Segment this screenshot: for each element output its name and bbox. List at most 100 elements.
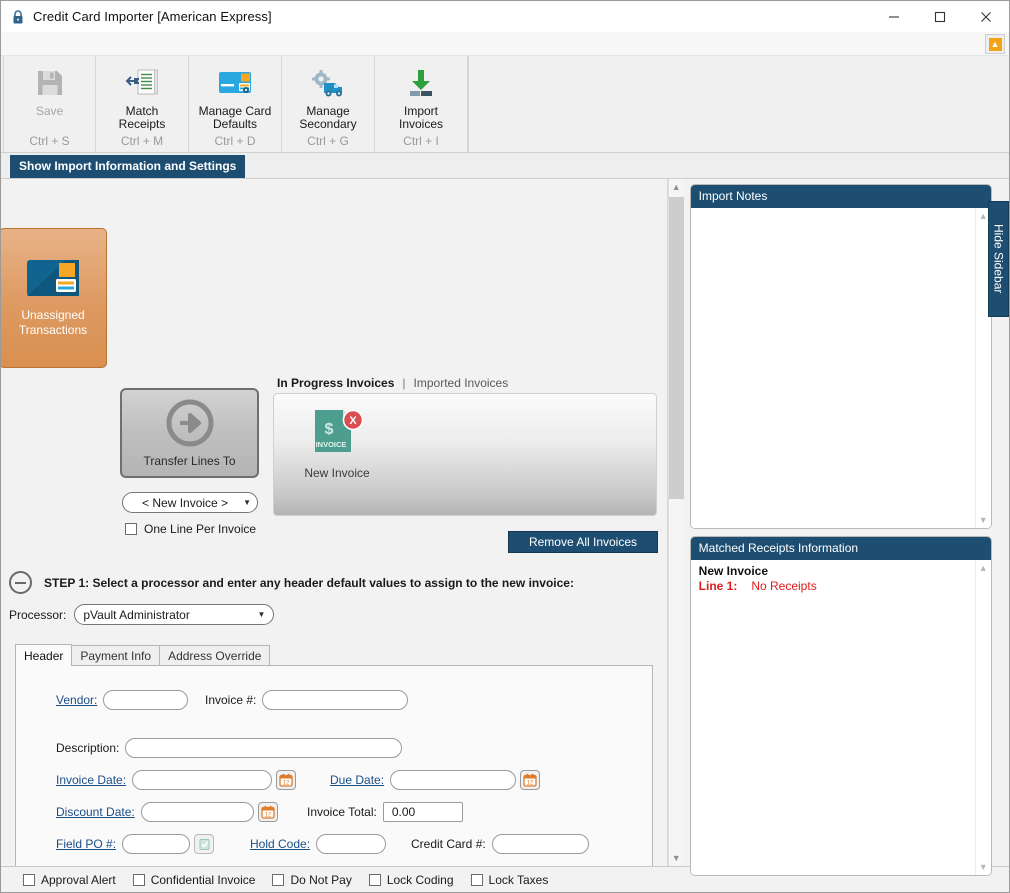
manage-secondary-button[interactable]: Manage Secondary Ctrl + G <box>282 56 375 152</box>
scroll-up-icon[interactable]: ▲ <box>669 179 684 195</box>
maximize-button[interactable] <box>917 1 963 32</box>
matched-receipts-body: New Invoice Line 1: No Receipts ▲ ▼ <box>690 560 991 875</box>
app-window: Credit Card Importer [American Express] … <box>0 0 1010 893</box>
vendor-input[interactable] <box>103 690 189 710</box>
hold-code-label[interactable]: Hold Code: <box>250 837 310 851</box>
field-po-field: Field PO #: <box>56 834 215 854</box>
main-body: Unassigned Transactions Transfer Lines T… <box>1 179 1009 876</box>
invoice-total-input[interactable]: 0.00 <box>382 802 463 822</box>
checkbox-box <box>23 873 35 886</box>
window-controls <box>871 1 1009 32</box>
lock-coding-checkbox[interactable]: Lock Coding <box>368 873 454 887</box>
close-button[interactable] <box>963 1 1009 32</box>
discount-date-label[interactable]: Discount Date: <box>56 805 135 819</box>
matched-receipts-scrollbar[interactable]: ▲ ▼ <box>974 560 991 875</box>
svg-text:12: 12 <box>527 780 534 786</box>
manage-secondary-shortcut: Ctrl + G <box>307 134 349 148</box>
calendar-icon[interactable]: 12 <box>520 770 541 790</box>
field-po-label[interactable]: Field PO #: <box>56 837 116 851</box>
do-not-pay-label: Do Not Pay <box>290 872 352 887</box>
window-title: Credit Card Importer [American Express] <box>33 9 272 24</box>
collapse-minus-icon[interactable] <box>9 571 32 594</box>
unassigned-transactions-tile[interactable]: Unassigned Transactions <box>1 228 107 368</box>
hide-sidebar-button[interactable]: Hide Sidebar <box>988 201 1009 317</box>
discount-date-input[interactable] <box>140 802 254 822</box>
step1-text: STEP 1: Select a processor and enter any… <box>44 575 574 590</box>
vendor-field: Vendor: <box>56 690 189 710</box>
invoice-date-label[interactable]: Invoice Date: <box>56 773 126 787</box>
confidential-invoice-checkbox[interactable]: Confidential Invoice <box>132 872 256 887</box>
manage-card-defaults-button[interactable]: Manage Card Defaults Ctrl + D <box>189 56 282 152</box>
transfer-lines-to-button[interactable]: Transfer Lines To <box>120 388 259 478</box>
main-scrollbar[interactable]: ▲ ▼ <box>667 179 684 866</box>
invoice-date-field: Invoice Date: 12 <box>56 770 297 790</box>
matched-line-label: Line 1: <box>698 579 738 593</box>
match-receipts-button[interactable]: Match Receipts Ctrl + M <box>96 56 189 152</box>
confidential-invoice-label: Confidential Invoice <box>150 872 256 887</box>
save-button[interactable]: Save Ctrl + S <box>3 56 96 152</box>
lock-taxes-checkbox[interactable]: Lock Taxes <box>470 872 549 887</box>
import-notes-body[interactable]: ▲ ▼ <box>690 208 991 528</box>
processor-select[interactable]: pVault Administrator ▼ <box>74 604 275 625</box>
hold-code-input[interactable] <box>316 834 387 854</box>
alert-badge-icon[interactable]: ▲ <box>985 34 1005 54</box>
match-receipts-label: Match Receipts <box>118 104 166 131</box>
field-po-input[interactable] <box>122 834 191 854</box>
tab-separator: | <box>402 376 406 390</box>
tab-in-progress-invoices[interactable]: In Progress Invoices <box>277 376 394 390</box>
calendar-icon[interactable]: 12 <box>276 770 297 790</box>
description-field: Description: <box>56 738 403 758</box>
vendor-label[interactable]: Vendor: <box>56 693 97 707</box>
calendar-icon[interactable]: 12 <box>257 802 278 822</box>
credit-card-icon <box>217 64 253 102</box>
chevron-up-icon[interactable]: ▲ <box>976 560 991 576</box>
matched-receipts-title: Matched Receipts Information <box>690 537 991 560</box>
invoice-total-field: Invoice Total: 0.00 <box>307 802 463 822</box>
invoices-tab-header: In Progress Invoices | Imported Invoices <box>277 376 508 390</box>
tab-imported-invoices[interactable]: Imported Invoices <box>414 376 509 390</box>
tab-header[interactable]: Header <box>15 644 73 666</box>
show-import-information-tab[interactable]: Show Import Information and Settings <box>10 155 246 178</box>
arrow-right-circle-icon <box>166 399 214 450</box>
checkbox-box <box>132 873 145 886</box>
invoice-number-input[interactable] <box>262 690 409 710</box>
svg-text:INVOICE: INVOICE <box>316 440 347 449</box>
chevron-down-icon: ▼ <box>243 498 251 507</box>
transfer-target-select[interactable]: < New Invoice > ▼ <box>122 492 258 513</box>
due-date-label[interactable]: Due Date: <box>330 773 384 787</box>
description-input[interactable] <box>125 738 403 758</box>
download-icon <box>405 64 437 102</box>
import-invoices-button[interactable]: Import Invoices Ctrl + I <box>375 56 468 152</box>
transfer-lines-to-label: Transfer Lines To <box>143 453 236 468</box>
invoice-total-label: Invoice Total: <box>307 805 377 819</box>
due-date-input[interactable] <box>390 770 517 790</box>
do-not-pay-checkbox[interactable]: Do Not Pay <box>272 872 352 887</box>
approval-alert-checkbox[interactable]: Approval Alert <box>23 873 116 887</box>
title-bar: Credit Card Importer [American Express] <box>1 1 1009 32</box>
import-notes-card: Import Notes ▲ ▼ <box>689 184 992 529</box>
tab-address-override[interactable]: Address Override <box>159 645 271 666</box>
chevron-down-icon[interactable]: ▼ <box>976 859 991 875</box>
invoice-tile[interactable]: $ INVOICE X New Invoice <box>301 408 373 480</box>
gear-truck-icon <box>310 64 346 102</box>
minimize-button[interactable] <box>871 1 917 32</box>
import-notes-text[interactable] <box>691 208 975 528</box>
scrollbar-thumb[interactable] <box>668 197 684 499</box>
scroll-down-icon[interactable]: ▼ <box>669 850 684 866</box>
lock-taxes-label: Lock Taxes <box>488 872 549 887</box>
checkbox-box <box>470 873 483 886</box>
transfer-target-value: < New Invoice > <box>142 495 229 510</box>
credit-card-input[interactable] <box>491 834 589 854</box>
chevron-down-icon[interactable]: ▼ <box>976 512 991 528</box>
matched-line-row: Line 1: No Receipts <box>699 579 967 593</box>
one-line-per-invoice-checkbox[interactable]: One Line Per Invoice <box>125 522 256 536</box>
tab-payment-info[interactable]: Payment Info <box>71 645 161 666</box>
document-check-icon[interactable] <box>194 834 215 854</box>
hide-sidebar-label: Hide Sidebar <box>991 224 1006 294</box>
processor-value: pVault Administrator <box>83 607 190 622</box>
in-progress-invoices-list[interactable]: $ INVOICE X New Invoice <box>273 393 657 516</box>
description-label: Description: <box>56 741 120 755</box>
invoice-date-input[interactable] <box>132 770 273 790</box>
manage-card-defaults-shortcut: Ctrl + D <box>214 134 256 148</box>
remove-all-invoices-button[interactable]: Remove All Invoices <box>508 531 658 553</box>
